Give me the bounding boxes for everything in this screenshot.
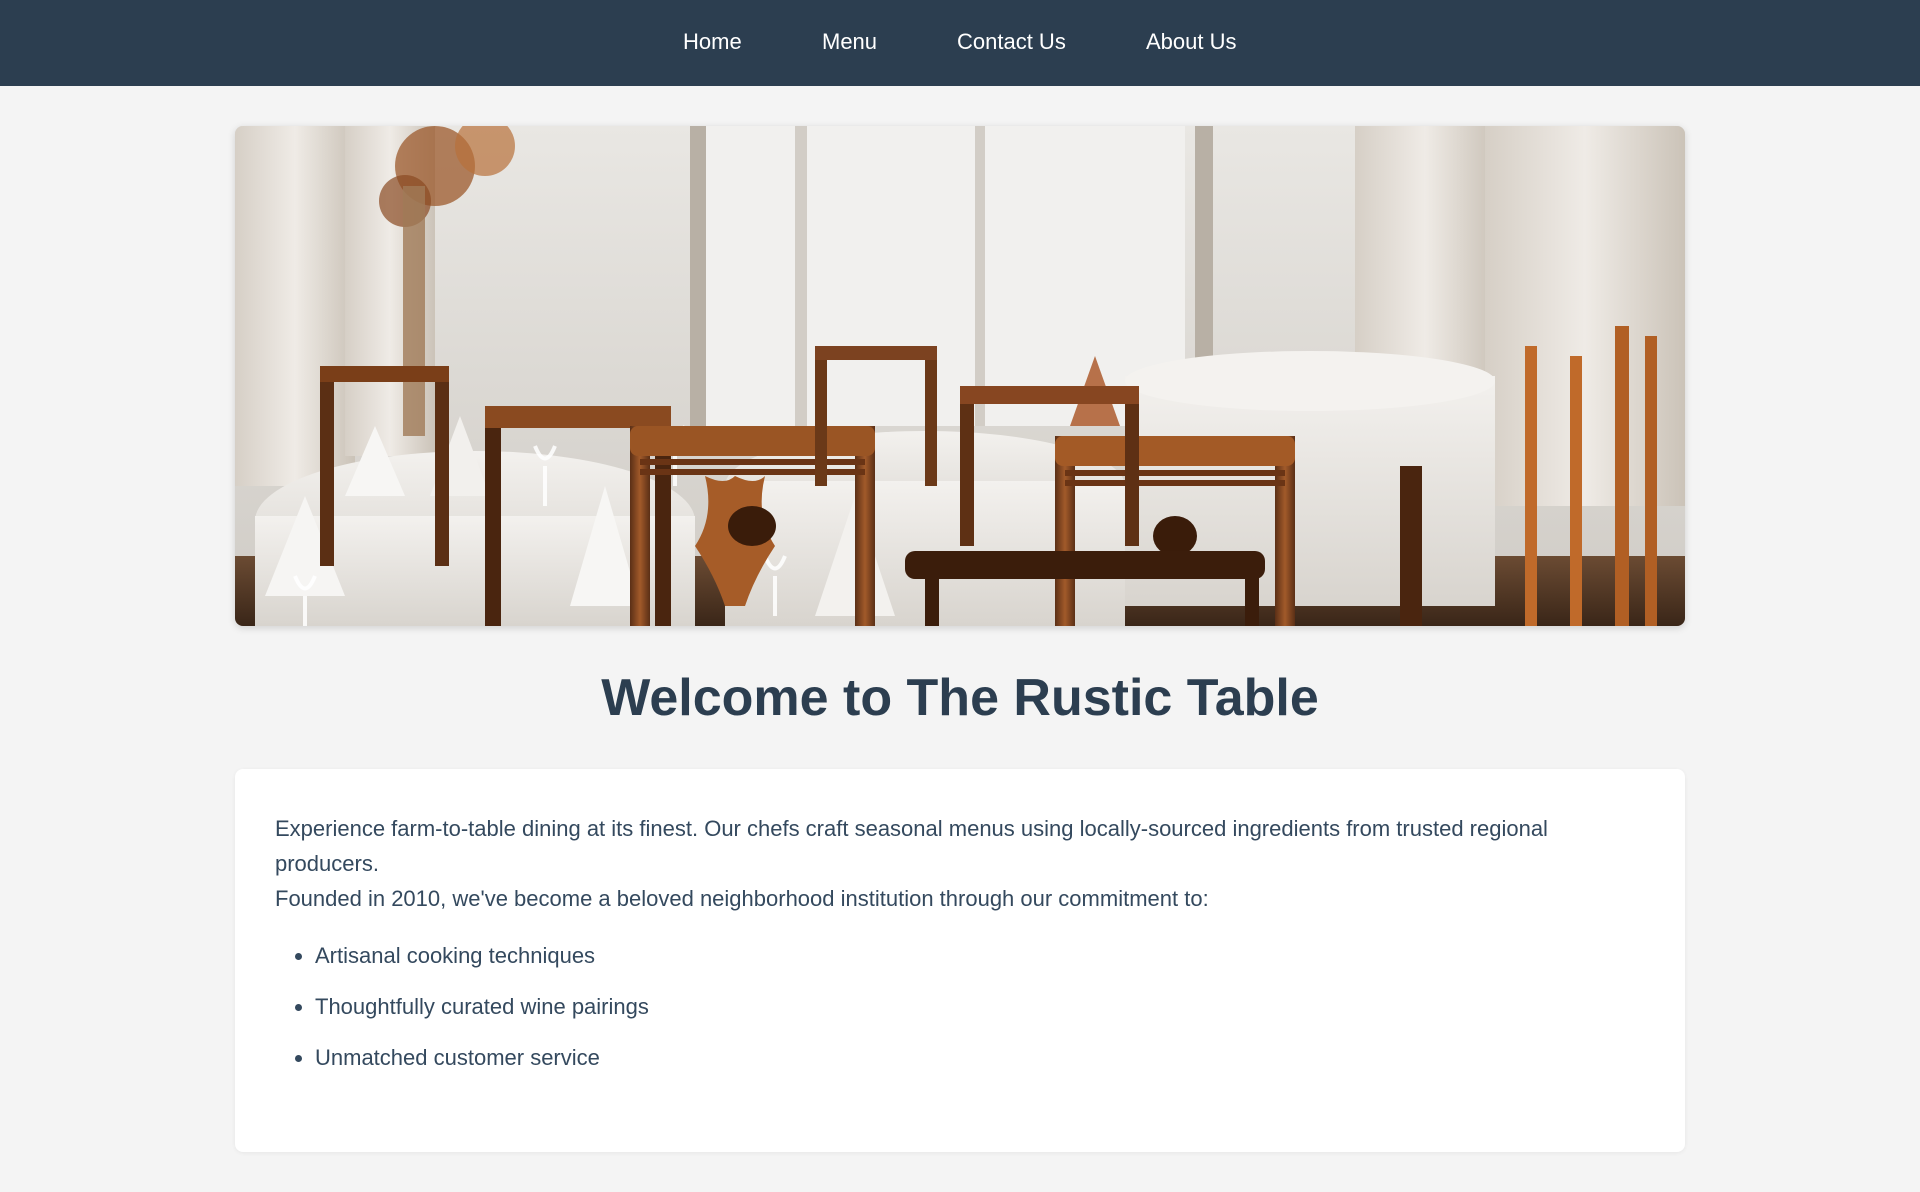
hero-restaurant-illustration — [235, 126, 1685, 626]
list-item: Thoughtfully curated wine pairings — [315, 989, 1645, 1024]
intro-paragraph: Experience farm-to-table dining at its f… — [275, 816, 1548, 876]
hero-image — [235, 126, 1685, 626]
nav-link-menu[interactable]: Menu — [822, 29, 877, 55]
nav-link-about-us[interactable]: About Us — [1146, 29, 1237, 55]
nav-link-home[interactable]: Home — [683, 29, 742, 55]
nav-link-contact-us[interactable]: Contact Us — [957, 29, 1066, 55]
list-item: Unmatched customer service — [315, 1040, 1645, 1075]
features-list: Artisanal cooking techniques Thoughtfull… — [275, 938, 1645, 1075]
list-item: Artisanal cooking techniques — [315, 938, 1645, 973]
about-card: Experience farm-to-table dining at its f… — [235, 769, 1685, 1152]
founded-paragraph: Founded in 2010, we've become a beloved … — [275, 886, 1209, 911]
page-title: Welcome to The Rustic Table — [601, 669, 1319, 727]
top-navbar: Home Menu Contact Us About Us — [0, 0, 1920, 86]
